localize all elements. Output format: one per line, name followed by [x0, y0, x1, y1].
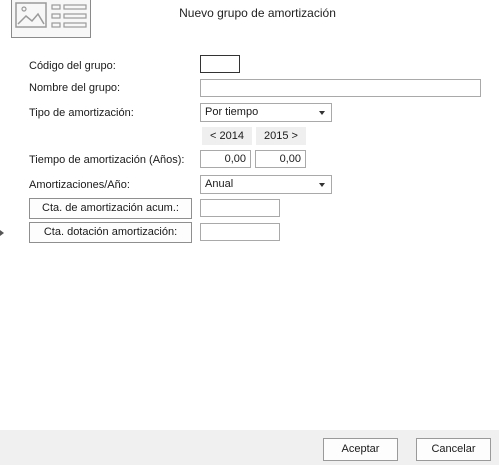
- nombre-input[interactable]: [200, 79, 481, 97]
- cta-dotacion-input[interactable]: [200, 223, 280, 241]
- tipo-label: Tipo de amortización:: [29, 107, 134, 119]
- chevron-down-icon: [319, 111, 325, 115]
- tipo-value: Por tiempo: [205, 106, 259, 118]
- tiempo-2014-input[interactable]: 0,00: [200, 150, 251, 168]
- chevron-down-icon: [319, 183, 325, 187]
- codigo-input[interactable]: [200, 55, 240, 73]
- next-year-button[interactable]: 2015 >: [256, 127, 306, 145]
- codigo-label: Código del grupo:: [29, 60, 116, 72]
- amort-anio-value: Anual: [205, 178, 234, 190]
- prev-year-button[interactable]: < 2014: [202, 127, 252, 145]
- cta-acum-input[interactable]: [200, 199, 280, 217]
- cta-dotacion-button[interactable]: Cta. dotación amortización:: [29, 222, 192, 243]
- tiempo-label: Tiempo de amortización (Años):: [29, 154, 185, 166]
- dialog-title: Nuevo grupo de amortización: [179, 6, 336, 20]
- accept-button[interactable]: Aceptar: [323, 438, 398, 461]
- cta-acum-button[interactable]: Cta. de amortización acum.:: [29, 198, 192, 219]
- amort-anio-select[interactable]: Anual: [200, 175, 332, 194]
- tipo-select[interactable]: Por tiempo: [200, 103, 332, 122]
- tiempo-2015-input[interactable]: 0,00: [255, 150, 306, 168]
- nombre-label: Nombre del grupo:: [29, 82, 121, 94]
- cancel-button[interactable]: Cancelar: [416, 438, 491, 461]
- amort-anio-label: Amortizaciones/Año:: [29, 179, 130, 191]
- triangle-right-icon: [0, 230, 4, 236]
